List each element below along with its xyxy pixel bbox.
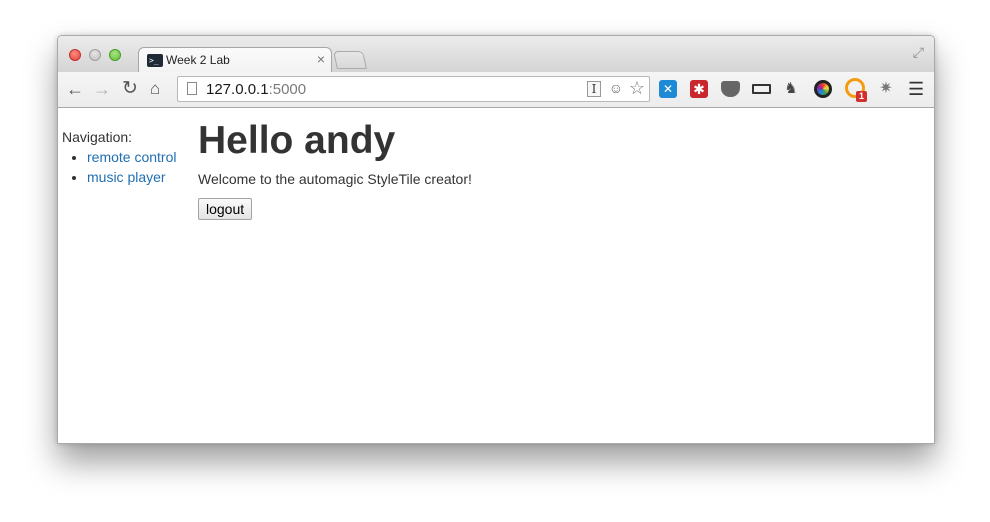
reader-icon[interactable]: I xyxy=(587,81,601,97)
page-title: Hello andy xyxy=(198,119,396,162)
welcome-text: Welcome to the automagic StyleTile creat… xyxy=(198,171,472,187)
tab-title: Week 2 Lab xyxy=(166,53,230,67)
back-arrow-icon[interactable]: ← xyxy=(66,78,84,100)
maximize-window-button[interactable] xyxy=(109,49,121,61)
logout-button[interactable]: logout xyxy=(198,198,253,220)
url-host: 127.0.0.1 xyxy=(206,81,269,98)
browser-toolbar: ← → ↻ ⌂ 127.0.0.1:5000 I ☺ ☆ ✕ ✱ ♞ 1 ✷ ☰ xyxy=(58,72,934,108)
reload-icon[interactable]: ↻ xyxy=(122,78,138,100)
extension-badge: 1 xyxy=(856,91,868,102)
url-text[interactable]: 127.0.0.1:5000 xyxy=(206,81,306,98)
asterisk-icon[interactable]: ✱ xyxy=(690,80,708,98)
main-content: Hello andy Welcome to the automagic Styl… xyxy=(198,118,472,220)
remote-control-link[interactable]: remote control xyxy=(87,149,176,165)
fullscreen-icon[interactable]: ⤢ xyxy=(913,44,924,61)
tab-week-2-lab[interactable]: >_ Week 2 Lab × xyxy=(138,47,332,73)
page-content: Navigation: remote control music player … xyxy=(58,108,934,443)
list-item: remote control xyxy=(87,147,192,167)
bug-icon[interactable]: ✷ xyxy=(876,80,896,98)
minimize-window-button[interactable] xyxy=(89,49,101,61)
extension-icon[interactable]: ✕ xyxy=(659,80,677,98)
new-tab-button[interactable] xyxy=(333,51,367,69)
close-window-button[interactable] xyxy=(69,49,81,61)
nav-list: remote control music player xyxy=(62,147,192,187)
nav-heading: Navigation: xyxy=(62,129,133,145)
evernote-icon[interactable]: ♞ xyxy=(783,80,799,98)
star-icon[interactable]: ☆ xyxy=(629,78,645,99)
color-wheel-icon[interactable] xyxy=(814,80,832,98)
forward-arrow-icon[interactable]: → xyxy=(93,78,111,100)
url-port: :5000 xyxy=(268,81,307,98)
terminal-icon: >_ xyxy=(147,54,163,67)
pocket-icon[interactable] xyxy=(721,81,740,97)
address-bar[interactable]: 127.0.0.1:5000 I ☺ ☆ xyxy=(177,76,650,102)
close-tab-icon[interactable]: × xyxy=(317,51,325,67)
home-icon[interactable]: ⌂ xyxy=(150,78,160,100)
menu-icon[interactable]: ☰ xyxy=(908,79,924,99)
sidebar: Navigation: remote control music player xyxy=(62,129,192,187)
music-player-link[interactable]: music player xyxy=(87,169,166,185)
alien-icon[interactable]: ☺ xyxy=(609,80,623,96)
page-icon xyxy=(187,82,197,95)
tab-strip: >_ Week 2 Lab × ⤢ xyxy=(58,36,934,73)
browser-window: >_ Week 2 Lab × ⤢ ← → ↻ ⌂ 127.0.0.1:5000… xyxy=(57,35,935,444)
ruler-icon[interactable] xyxy=(752,84,771,94)
list-item: music player xyxy=(87,167,192,187)
